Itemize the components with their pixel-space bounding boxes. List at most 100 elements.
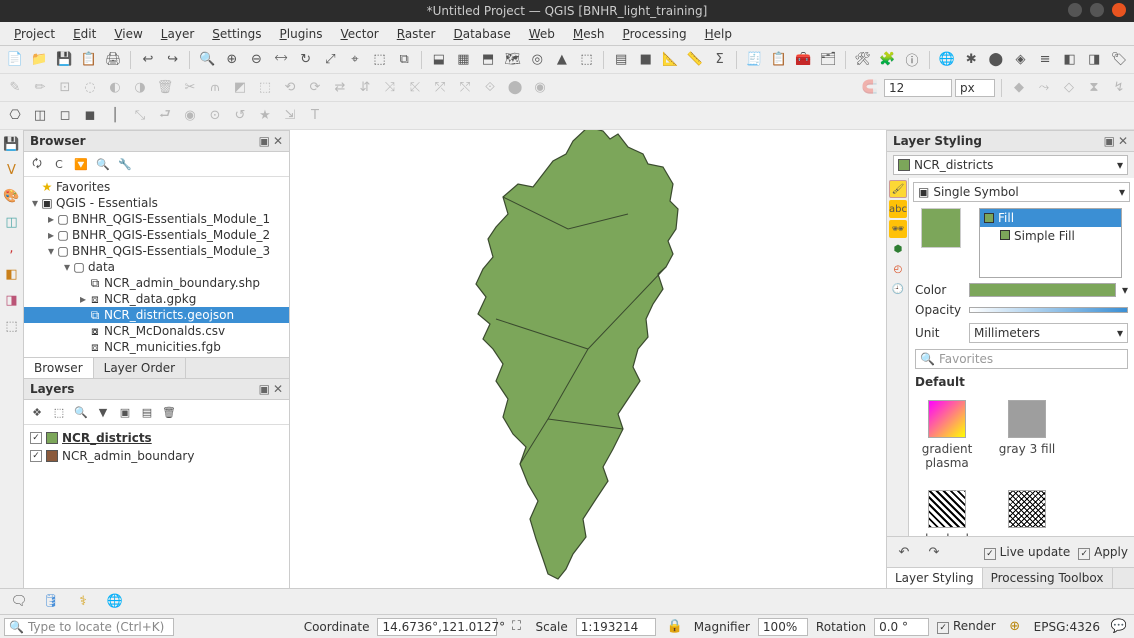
crs-label[interactable]: EPSG:4326	[1034, 620, 1100, 634]
labels-tab-icon[interactable]: abc	[889, 200, 907, 218]
tb3-btn-3[interactable]: ◼	[79, 105, 101, 127]
layers-tb-3[interactable]: ▼	[94, 403, 112, 421]
extents-icon[interactable]: ⛶	[505, 616, 527, 638]
tb1-btn-38[interactable]: ◈	[1010, 49, 1032, 71]
node-icon[interactable]: ◇	[1058, 77, 1080, 99]
menu-plugins[interactable]: Plugins	[272, 25, 331, 43]
browser-tb-2[interactable]: 🔽	[72, 155, 90, 173]
3d-tab-icon[interactable]: ⬢	[889, 240, 907, 258]
unit-combo[interactable]: Millimeters▾	[969, 323, 1128, 343]
layers-close[interactable]: ✕	[273, 382, 283, 396]
coord-unit[interactable]: px	[955, 79, 995, 97]
tb1-btn-14[interactable]: ⬚	[369, 49, 391, 71]
tree-item[interactable]: ▾▢data	[24, 259, 289, 275]
menu-settings[interactable]: Settings	[204, 25, 269, 43]
tb3-btn-10[interactable]: ★	[254, 105, 276, 127]
csv-icon[interactable]: ,	[2, 238, 22, 258]
tb1-btn-29[interactable]: 📋	[768, 49, 790, 71]
browser-tb-1[interactable]: C	[50, 155, 68, 173]
log-icon[interactable]: 💬	[1108, 616, 1130, 638]
scale-combo[interactable]: 1:193214	[576, 618, 656, 636]
crs-icon[interactable]: ⊕	[1004, 616, 1026, 638]
tb3-btn-2[interactable]: ◻	[54, 105, 76, 127]
locator-input[interactable]: 🔍 Type to locate (Ctrl+K)	[4, 618, 174, 636]
menu-edit[interactable]: Edit	[65, 25, 104, 43]
tb1-btn-20[interactable]: ◎	[526, 49, 548, 71]
tb1-btn-37[interactable]: ⬤	[985, 49, 1007, 71]
apply-check[interactable]: ✓ Apply	[1078, 545, 1128, 560]
tb1-btn-12[interactable]: ⤢	[319, 49, 341, 71]
vector-icon[interactable]: V	[2, 160, 22, 180]
style-preset[interactable]	[997, 490, 1057, 536]
tb2-btn-11[interactable]: ⟲	[279, 77, 301, 99]
tb2-btn-18[interactable]: ⤲	[454, 77, 476, 99]
tb1-btn-40[interactable]: ◧	[1059, 49, 1081, 71]
tb1-btn-2[interactable]: 💾	[53, 49, 75, 71]
wms-icon[interactable]: ◧	[2, 264, 22, 284]
tb1-btn-26[interactable]: 📏	[684, 49, 706, 71]
maximize-button[interactable]	[1090, 3, 1104, 17]
diagrams-tab-icon[interactable]: ◴	[889, 260, 907, 278]
tb1-btn-16[interactable]: ⬓	[428, 49, 450, 71]
layers-tb-6[interactable]: 🗑	[160, 403, 178, 421]
tb2-btn-7[interactable]: ✂	[179, 77, 201, 99]
raster-icon[interactable]: 🎨	[2, 186, 22, 206]
mesh-icon[interactable]: ◫	[2, 212, 22, 232]
adv-icon[interactable]: ↯	[1108, 77, 1130, 99]
tree-item[interactable]: ▾▣QGIS - Essentials	[24, 195, 289, 211]
tb1-btn-15[interactable]: ⧉	[393, 49, 415, 71]
tb2-btn-5[interactable]: ◑	[129, 77, 151, 99]
tb1-btn-36[interactable]: ✱	[960, 49, 982, 71]
tb2-btn-0[interactable]: ✎	[4, 77, 26, 99]
style-preset[interactable]: gray 3 fill	[997, 400, 1057, 470]
layer-item[interactable]: ✓NCR_districts	[30, 429, 283, 447]
tb1-btn-13[interactable]: ⌖	[344, 49, 366, 71]
browser-tb-4[interactable]: 🔧	[116, 155, 134, 173]
tree-item[interactable]: ▸⧈NCR_data.gpkg	[24, 291, 289, 307]
masks-tab-icon[interactable]: 🕶	[889, 220, 907, 238]
undo-style-icon[interactable]: ↶	[893, 541, 915, 563]
tb1-btn-23[interactable]: ▤	[610, 49, 632, 71]
style-preset[interactable]: gradient plasma	[917, 400, 977, 470]
menu-help[interactable]: Help	[697, 25, 740, 43]
network-icon[interactable]: 🌐	[104, 591, 126, 613]
tree-item[interactable]: ⧇NCR_McDonalds.csv	[24, 323, 289, 339]
tb1-btn-42[interactable]: 🏷	[1108, 49, 1130, 71]
menu-layer[interactable]: Layer	[153, 25, 202, 43]
tb2-btn-15[interactable]: ⤨	[379, 77, 401, 99]
messages-icon[interactable]: 🗨	[8, 591, 30, 613]
tb3-btn-12[interactable]: T	[304, 105, 326, 127]
redo-style-icon[interactable]: ↷	[923, 541, 945, 563]
layer-visibility-check[interactable]: ✓	[30, 432, 42, 444]
tb1-btn-10[interactable]: 🡘	[270, 49, 292, 71]
minimize-button[interactable]	[1068, 3, 1082, 17]
opacity-slider[interactable]	[969, 307, 1128, 313]
trace-icon[interactable]: ⤳	[1033, 77, 1055, 99]
tb2-btn-10[interactable]: ⬚	[254, 77, 276, 99]
tb2-btn-3[interactable]: ◌	[79, 77, 101, 99]
layers-tb-1[interactable]: ⬚	[50, 403, 68, 421]
scale-lock-icon[interactable]: 🔒	[664, 616, 686, 638]
tb1-btn-39[interactable]: ≡	[1034, 49, 1056, 71]
menu-view[interactable]: View	[106, 25, 150, 43]
styling-undock[interactable]: ▣	[1104, 134, 1115, 148]
tb1-btn-32[interactable]: 🛠	[852, 49, 874, 71]
rotation-spin[interactable]: 0.0 °	[874, 618, 929, 636]
render-check[interactable]: ✓ Render	[937, 619, 996, 634]
coordinate-display[interactable]: 14.6736°,121.0127°	[377, 618, 497, 636]
tb1-btn-0[interactable]: 📄	[4, 49, 26, 71]
menu-web[interactable]: Web	[521, 25, 563, 43]
tb2-btn-13[interactable]: ⇄	[329, 77, 351, 99]
tb1-btn-7[interactable]: 🔍	[196, 49, 218, 71]
tb2-btn-20[interactable]: ⬤	[504, 77, 526, 99]
tb1-btn-1[interactable]: 📁	[29, 49, 51, 71]
tb1-btn-31[interactable]: 🗂	[817, 49, 839, 71]
tb3-btn-4[interactable]: │	[104, 105, 126, 127]
tb1-btn-6[interactable]: ↪	[162, 49, 184, 71]
right-tab-0[interactable]: Layer Styling	[887, 568, 983, 588]
db-icon[interactable]: 🛢	[40, 591, 62, 613]
menu-mesh[interactable]: Mesh	[565, 25, 613, 43]
tb2-btn-21[interactable]: ◉	[529, 77, 551, 99]
tb1-btn-33[interactable]: 🧩	[877, 49, 899, 71]
symbol-layer-tree[interactable]: Fill Simple Fill	[979, 208, 1122, 278]
